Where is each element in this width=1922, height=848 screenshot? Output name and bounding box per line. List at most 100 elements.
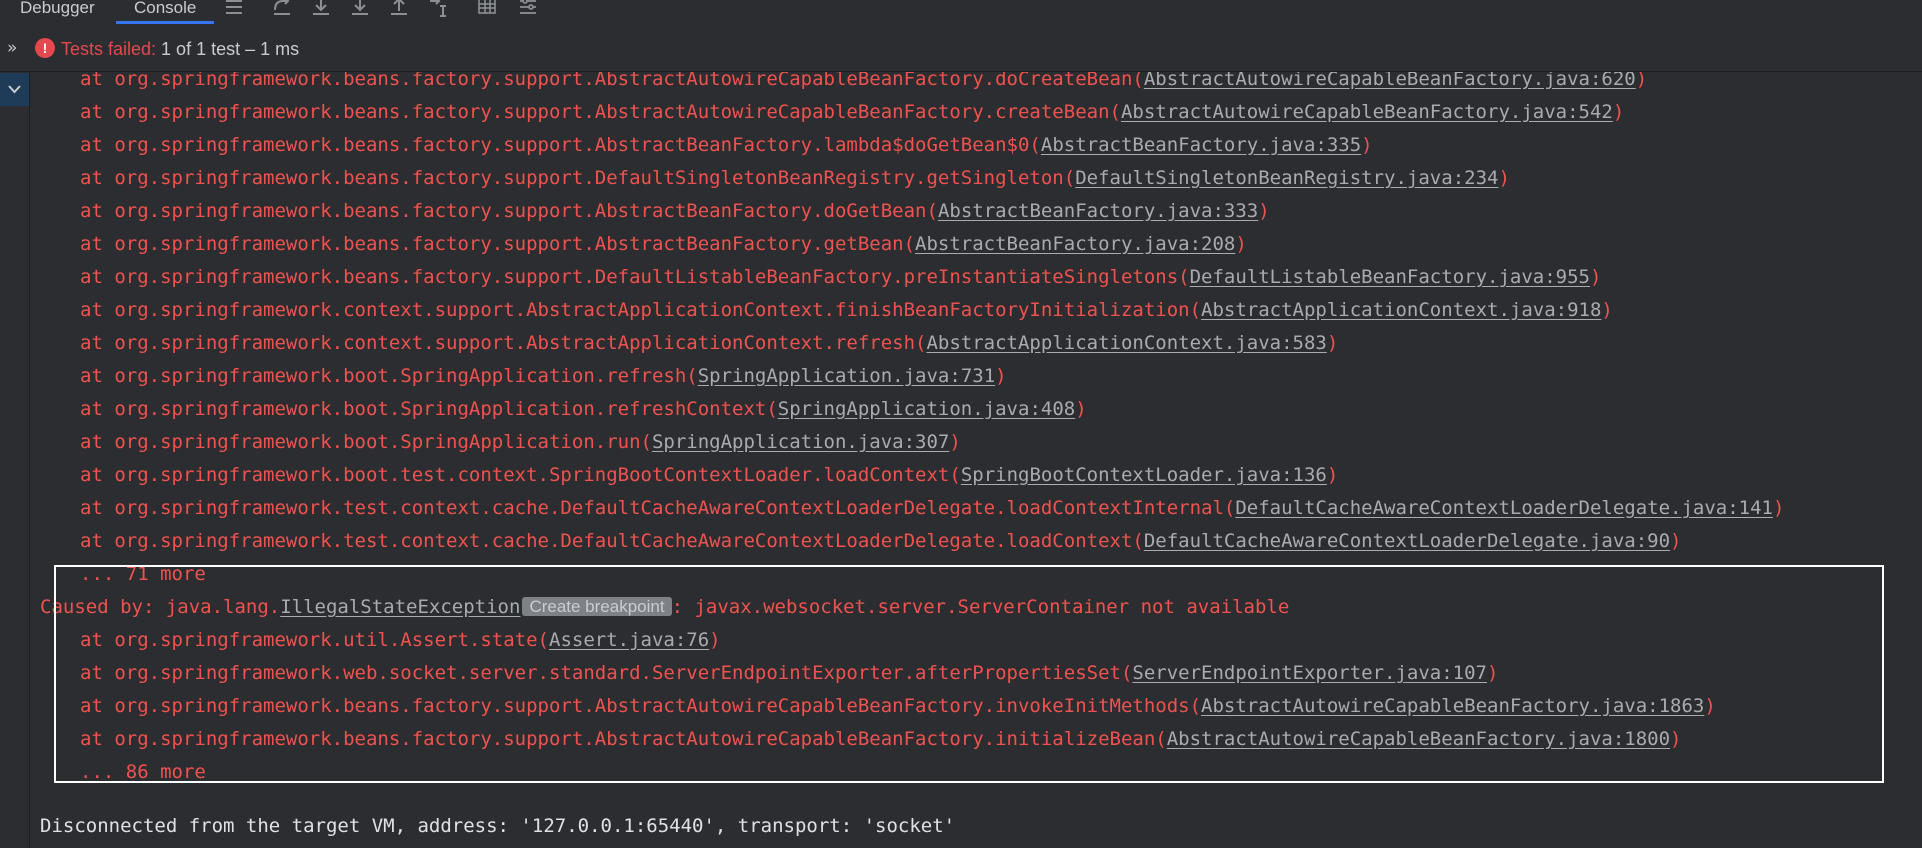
exception-message: : javax.websocket.server.ServerContainer…: [671, 596, 1290, 618]
status-detail: 1 of 1 test – 1 ms: [156, 39, 300, 59]
stack-frame-paren: ): [1772, 497, 1785, 519]
stack-frame-paren: ): [1326, 332, 1339, 354]
stack-frame-paren: ): [1326, 464, 1339, 486]
stack-frame-source-link[interactable]: DefaultCacheAwareContextLoaderDelegate.j…: [1235, 497, 1773, 519]
stack-frame-paren: ): [1670, 728, 1682, 750]
chevron-down-icon: [8, 85, 21, 94]
stack-frame-paren: ): [1589, 266, 1602, 288]
console-gutter: [0, 72, 30, 848]
stack-frame-source-link[interactable]: AbstractAutowireCapableBeanFactory.java:…: [1201, 695, 1704, 717]
stack-frame-method: at org.springframework.boot.SpringApplic…: [80, 365, 698, 387]
collapse-button[interactable]: [0, 73, 29, 106]
stack-frame-line: at org.springframework.beans.factory.sup…: [80, 200, 1270, 222]
stack-frame-line: at org.springframework.beans.factory.sup…: [80, 233, 1247, 255]
stack-frame-paren: ): [1601, 299, 1613, 321]
stack-frame-source-link[interactable]: AbstractBeanFactory.java:335: [1041, 134, 1361, 156]
stack-frame-source-link[interactable]: Assert.java:76: [549, 629, 709, 651]
caused-by-line: Caused by: java.lang.IllegalStateExcepti…: [40, 596, 1289, 618]
stack-frame-paren: ): [1487, 662, 1499, 684]
stack-frame-source-link[interactable]: AbstractAutowireCapableBeanFactory.java:…: [1144, 72, 1636, 90]
stack-frame-source-link[interactable]: DefaultListableBeanFactory.java:955: [1190, 266, 1590, 288]
stack-frame-paren: ): [709, 629, 721, 651]
disconnected-message: Disconnected from the target VM, address…: [40, 815, 956, 837]
status-label: Tests failed:: [61, 39, 157, 59]
stack-frame-line: at org.springframework.boot.SpringApplic…: [80, 398, 1087, 420]
menu-icon[interactable]: [223, 0, 245, 18]
tab-debugger[interactable]: Debugger: [20, 0, 95, 23]
exception-class-link[interactable]: IllegalStateException: [280, 596, 520, 618]
stack-frame-paren: ): [1258, 200, 1270, 222]
force-step-into-icon[interactable]: [349, 0, 371, 18]
stack-frame-line: at org.springframework.boot.test.context…: [80, 464, 1338, 486]
stack-frame-method: at org.springframework.beans.factory.sup…: [80, 101, 1121, 123]
stack-frame-line: at org.springframework.boot.SpringApplic…: [80, 365, 1007, 387]
test-status: Tests failed: 1 of 1 test – 1 ms: [61, 38, 299, 60]
stack-frame-method: at org.springframework.util.Assert.state…: [80, 629, 549, 651]
stack-frame-method: at org.springframework.boot.test.context…: [80, 464, 961, 486]
stack-frame-paren: ): [1704, 695, 1716, 717]
stack-frame-line: at org.springframework.beans.factory.sup…: [80, 167, 1510, 189]
stack-frame-line: at org.springframework.boot.SpringApplic…: [80, 431, 961, 453]
stack-frame-line: at org.springframework.util.Assert.state…: [80, 629, 721, 651]
more-frames-line: ... 86 more: [80, 761, 206, 783]
stack-frame-method: at org.springframework.beans.factory.sup…: [80, 200, 938, 222]
settings-icon[interactable]: [517, 0, 539, 18]
stack-frame-method: at org.springframework.beans.factory.sup…: [80, 167, 1076, 189]
step-over-icon[interactable]: [271, 0, 293, 18]
step-out-icon[interactable]: [388, 0, 410, 18]
stack-frame-source-link[interactable]: AbstractApplicationContext.java:583: [926, 332, 1326, 354]
stack-frame-paren: ): [995, 365, 1007, 387]
stack-frame-paren: ): [1612, 101, 1625, 123]
run-to-cursor-icon[interactable]: [427, 0, 449, 18]
stack-frame-method: at org.springframework.context.support.A…: [80, 299, 1202, 321]
stack-frame-line: at org.springframework.test.context.cach…: [80, 497, 1784, 519]
stack-frame-line: at org.springframework.beans.factory.sup…: [80, 266, 1601, 288]
stack-frame-method: at org.springframework.beans.factory.sup…: [80, 233, 916, 255]
stack-frame-line: at org.springframework.context.support.A…: [80, 332, 1338, 354]
stack-frame-line: at org.springframework.beans.factory.sup…: [80, 72, 1647, 90]
test-status-bar: » ! Tests failed: 1 of 1 test – 1 ms: [0, 24, 1922, 72]
stack-frame-source-link[interactable]: DefaultCacheAwareContextLoaderDelegate.j…: [1144, 530, 1670, 552]
stack-frame-line: at org.springframework.beans.factory.sup…: [80, 695, 1716, 717]
stack-frame-method: at org.springframework.boot.SpringApplic…: [80, 431, 652, 453]
stack-frame-source-link[interactable]: SpringBootContextLoader.java:136: [961, 464, 1327, 486]
stack-frame-method: at org.springframework.context.support.A…: [80, 332, 927, 354]
stack-frame-source-link[interactable]: ServerEndpointExporter.java:107: [1132, 662, 1487, 684]
stack-frame-paren: ): [949, 431, 961, 453]
stack-frame-method: at org.springframework.beans.factory.sup…: [80, 266, 1190, 288]
stack-frame-source-link[interactable]: DefaultSingletonBeanRegistry.java:234: [1075, 167, 1498, 189]
console-output[interactable]: at org.springframework.beans.factory.sup…: [31, 72, 1922, 848]
stack-frame-method: at org.springframework.beans.factory.sup…: [80, 134, 1041, 156]
stack-frame-source-link[interactable]: SpringApplication.java:307: [652, 431, 949, 453]
caused-by-prefix: Caused by: java.lang.: [40, 596, 281, 618]
stack-frame-method: at org.springframework.test.context.cach…: [80, 530, 1144, 552]
stack-frame-paren: ): [1075, 398, 1087, 420]
stack-frame-source-link[interactable]: AbstractBeanFactory.java:333: [938, 200, 1258, 222]
stack-frame-method: at org.springframework.boot.SpringApplic…: [80, 398, 778, 420]
stack-frame-paren: ): [1361, 134, 1373, 156]
stack-frame-method: at org.springframework.beans.factory.sup…: [80, 72, 1144, 90]
stack-frame-line: at org.springframework.web.socket.server…: [80, 662, 1498, 684]
stack-frame-line: at org.springframework.context.support.A…: [80, 299, 1613, 321]
stack-frame-line: at org.springframework.beans.factory.sup…: [80, 134, 1373, 156]
step-into-icon[interactable]: [310, 0, 332, 18]
stack-frame-source-link[interactable]: AbstractAutowireCapableBeanFactory.java:…: [1121, 101, 1613, 123]
stack-frame-paren: ): [1635, 72, 1648, 90]
stack-frame-line: at org.springframework.beans.factory.sup…: [80, 728, 1681, 750]
stack-frame-method: at org.springframework.web.socket.server…: [80, 662, 1133, 684]
double-chevron-right-icon[interactable]: »: [7, 38, 17, 58]
stack-frame-source-link[interactable]: AbstractBeanFactory.java:208: [915, 233, 1235, 255]
tool-window-tabbar: Debugger Console: [0, 0, 1922, 24]
more-frames-line: ... 71 more: [80, 563, 206, 585]
create-breakpoint-button[interactable]: Create breakpoint: [522, 597, 672, 616]
stack-frame-method: at org.springframework.beans.factory.sup…: [80, 695, 1202, 717]
stack-frame-line: at org.springframework.beans.factory.sup…: [80, 101, 1624, 123]
stack-frame-paren: ): [1498, 167, 1510, 189]
stack-frame-source-link[interactable]: SpringApplication.java:408: [778, 398, 1075, 420]
stack-frame-source-link[interactable]: SpringApplication.java:731: [698, 365, 995, 387]
stack-frame-paren: ): [1235, 233, 1247, 255]
stack-frame-source-link[interactable]: AbstractAutowireCapableBeanFactory.java:…: [1167, 728, 1670, 750]
evaluate-table-icon[interactable]: [476, 0, 498, 18]
stack-frame-source-link[interactable]: AbstractApplicationContext.java:918: [1201, 299, 1601, 321]
tab-console[interactable]: Console: [134, 0, 196, 23]
